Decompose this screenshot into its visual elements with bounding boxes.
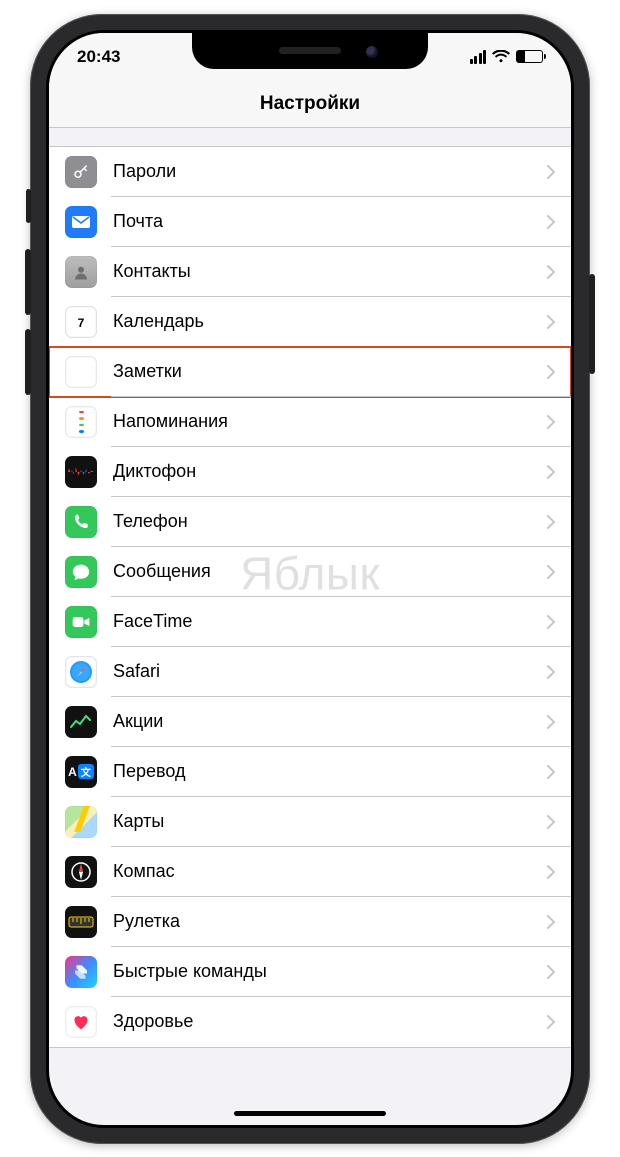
row-calendar[interactable]: 7 Календарь (49, 297, 571, 347)
row-label: Safari (113, 661, 547, 682)
maps-icon (65, 806, 97, 838)
measure-icon (65, 906, 97, 938)
reminders-icon (65, 406, 97, 438)
calendar-icon: 7 (65, 306, 97, 338)
row-phone[interactable]: Телефон (49, 497, 571, 547)
chevron-right-icon (547, 215, 555, 229)
front-camera (366, 46, 378, 58)
notch (192, 33, 428, 69)
row-label: Почта (113, 211, 547, 232)
screen: 20:43 Настройки Яблык Пар (49, 33, 571, 1125)
chevron-right-icon (547, 365, 555, 379)
row-translate[interactable]: A文 Перевод (49, 747, 571, 797)
volume-down-button (25, 329, 31, 395)
mail-icon (65, 206, 97, 238)
chevron-right-icon (547, 315, 555, 329)
cellular-icon (470, 50, 487, 64)
home-indicator[interactable] (234, 1111, 386, 1116)
row-health[interactable]: Здоровье (49, 997, 571, 1047)
row-stocks[interactable]: Акции (49, 697, 571, 747)
row-voicememo[interactable]: Диктофон (49, 447, 571, 497)
row-label: Телефон (113, 511, 547, 532)
phone-icon (65, 506, 97, 538)
row-label: Быстрые команды (113, 961, 547, 982)
row-contacts[interactable]: Контакты (49, 247, 571, 297)
row-label: Заметки (113, 361, 547, 382)
chevron-right-icon (547, 515, 555, 529)
status-time: 20:43 (77, 47, 120, 67)
row-label: Перевод (113, 761, 547, 782)
battery-icon (516, 50, 543, 63)
chevron-right-icon (547, 715, 555, 729)
row-passwords[interactable]: Пароли (49, 147, 571, 197)
chevron-right-icon (547, 665, 555, 679)
row-label: Рулетка (113, 911, 547, 932)
row-messages[interactable]: Сообщения (49, 547, 571, 597)
power-button (589, 274, 595, 374)
chevron-right-icon (547, 165, 555, 179)
chevron-right-icon (547, 465, 555, 479)
speaker-grille (279, 47, 341, 54)
chevron-right-icon (547, 865, 555, 879)
row-label: Пароли (113, 161, 547, 182)
row-label: Карты (113, 811, 547, 832)
row-reminders[interactable]: Напоминания (49, 397, 571, 447)
row-label: Диктофон (113, 461, 547, 482)
phone-bezel: 20:43 Настройки Яблык Пар (46, 30, 574, 1128)
row-shortcuts[interactable]: Быстрые команды (49, 947, 571, 997)
row-label: Календарь (113, 311, 547, 332)
chevron-right-icon (547, 615, 555, 629)
volume-up-button (25, 249, 31, 315)
row-label: Здоровье (113, 1011, 547, 1032)
chevron-right-icon (547, 565, 555, 579)
chevron-right-icon (547, 1015, 555, 1029)
mute-switch (26, 189, 31, 223)
row-maps[interactable]: Карты (49, 797, 571, 847)
facetime-icon (65, 606, 97, 638)
wifi-icon (492, 50, 510, 63)
chevron-right-icon (547, 965, 555, 979)
row-label: Компас (113, 861, 547, 882)
phone-frame: 20:43 Настройки Яблык Пар (30, 14, 590, 1144)
status-indicators (470, 50, 544, 64)
row-label: Контакты (113, 261, 547, 282)
chevron-right-icon (547, 765, 555, 779)
stocks-icon (65, 706, 97, 738)
contacts-icon (65, 256, 97, 288)
row-label: FaceTime (113, 611, 547, 632)
voicememo-icon (65, 456, 97, 488)
compass-icon (65, 856, 97, 888)
chevron-right-icon (547, 265, 555, 279)
chevron-right-icon (547, 915, 555, 929)
page-title: Настройки (260, 93, 360, 115)
row-label: Акции (113, 711, 547, 732)
row-mail[interactable]: Почта (49, 197, 571, 247)
health-icon (65, 1006, 97, 1038)
row-label: Сообщения (113, 561, 547, 582)
settings-list: Пароли Почта Контакты (49, 146, 571, 1048)
row-notes[interactable]: Заметки (49, 347, 571, 397)
row-compass[interactable]: Компас (49, 847, 571, 897)
key-icon (65, 156, 97, 188)
chevron-right-icon (547, 815, 555, 829)
row-label: Напоминания (113, 411, 547, 432)
translate-icon: A文 (65, 756, 97, 788)
shortcuts-icon (65, 956, 97, 988)
messages-icon (65, 556, 97, 588)
chevron-right-icon (547, 415, 555, 429)
row-facetime[interactable]: FaceTime (49, 597, 571, 647)
notes-icon (65, 356, 97, 388)
safari-icon (65, 656, 97, 688)
row-measure[interactable]: Рулетка (49, 897, 571, 947)
row-safari[interactable]: Safari (49, 647, 571, 697)
